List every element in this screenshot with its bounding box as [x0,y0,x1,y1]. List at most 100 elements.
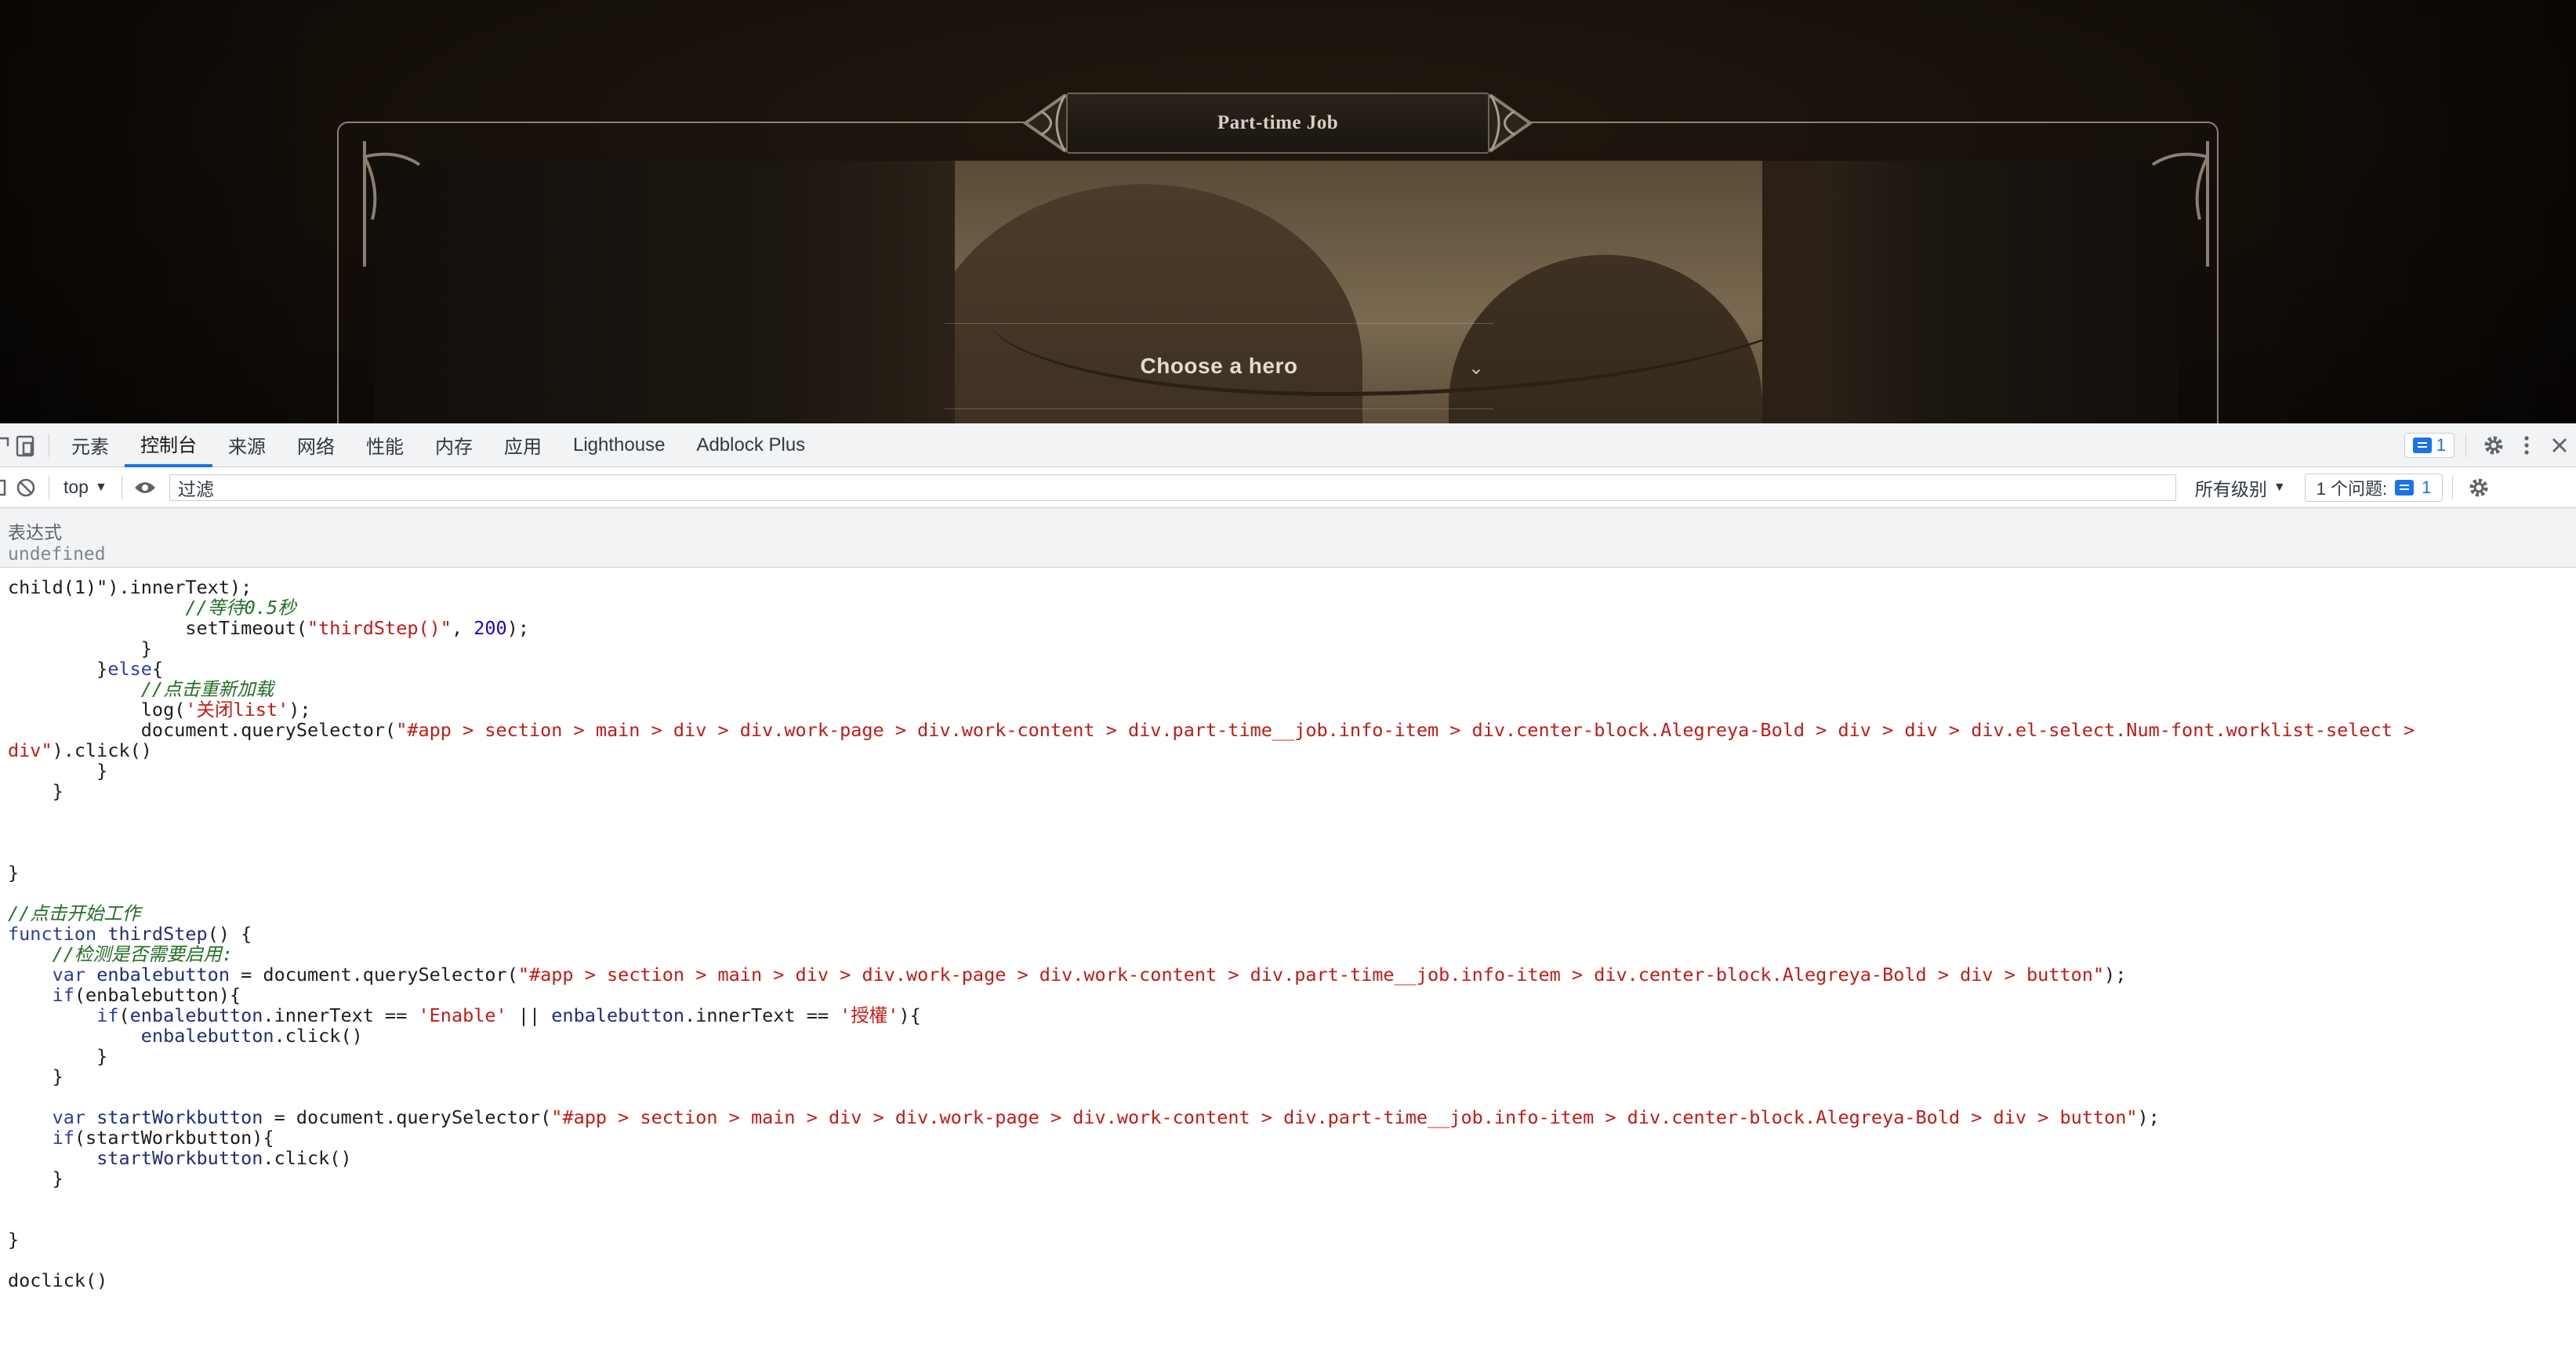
code-token: } [8,760,108,782]
gear-icon[interactable] [2477,423,2510,467]
code-token: } [8,1229,20,1251]
code-token: ).click() [52,739,152,761]
code-line: }else{ [8,659,2571,679]
code-token: } [8,862,20,884]
code-token: , [451,617,474,639]
code-token: ){ [898,1004,921,1026]
code-token: div" [8,739,53,761]
code-line: } [8,1168,2571,1189]
divider [2465,433,2466,457]
console-code-output[interactable]: child(1)").innerText); //等待0.5秒 setTimeo… [8,577,2571,1345]
tab-elements[interactable]: 元素 [56,423,125,467]
code-token: enbalebutton [96,964,230,986]
issues-badge-button[interactable]: 1 [2404,432,2454,458]
tab-memory[interactable]: 内存 [419,423,488,467]
console-settings-gear-icon[interactable] [2462,466,2495,510]
code-line: enbalebutton.click() [8,1026,2571,1046]
code-token: child(1)").innerText); [8,577,252,598]
hero-select-label: Choose a hero [1140,354,1298,378]
device-toolbar-icon[interactable] [9,423,42,467]
panel-title: Part-time Job [1217,112,1339,133]
issues-counter-button[interactable]: 1 个问题: 1 [2304,473,2444,502]
code-line: //检测是否需要启用: [8,944,2571,964]
context-selector[interactable]: top ▼ [56,477,115,498]
code-token: "#app > section > main > div > div.work-… [517,964,2105,986]
code-token: if [52,1127,74,1149]
code-token: } [8,637,152,659]
code-token: 'Enable' [418,1004,507,1026]
code-token: ); [2104,964,2127,986]
code-token: //检测是否需要启用: [52,943,234,965]
code-token: 200 [473,617,507,639]
filter-placeholder: 过滤 [177,478,214,499]
code-line: if(enbalebutton){ [8,985,2571,1005]
code-token: function [8,923,97,945]
log-level-selector[interactable]: 所有级别 ▼ [2187,474,2294,501]
code-token: thirdStep [107,923,208,945]
code-line: var startWorkbutton = document.querySele… [8,1107,2571,1127]
code-token: || [506,1004,552,1026]
code-token: var [52,1106,86,1128]
panel-title-banner: Part-time Job [1066,93,1489,154]
corner-ornament-left [363,141,421,267]
expression-label[interactable]: 表达式 [8,517,62,544]
code-token: } [8,658,108,680]
tab-network[interactable]: 网络 [281,423,350,467]
code-token: ); [2137,1106,2160,1128]
hero-select-dropdown[interactable]: Choose a hero ⌄ [945,323,1493,409]
code-token: ); [506,617,529,639]
code-line: } [8,1229,2571,1250]
issues-badge-count: 1 [2436,434,2446,455]
code-line: doclick() [8,1270,2571,1291]
code-token: setTimeout( [8,617,308,639]
tab-adblock-plus[interactable]: Adblock Plus [680,423,821,467]
code-token: } [8,1066,63,1087]
code-token: .click() [274,1025,363,1047]
message-icon [2412,437,2432,453]
code-token: "#app > section > main > div > div.work-… [551,1106,2138,1128]
filter-input[interactable]: 过滤 [169,474,2176,501]
code-token: '授權' [840,1004,899,1026]
tab-lighthouse[interactable]: Lighthouse [557,423,680,467]
tab-sources[interactable]: 来源 [212,423,281,467]
inspect-element-icon[interactable] [0,423,9,467]
code-token: //等待0.5秒 [185,597,296,619]
code-token: //点击开始工作 [8,902,141,924]
more-options-icon[interactable] [2510,423,2543,467]
expression-value: undefined [8,544,106,565]
code-token: var [52,964,86,986]
code-token: enbalebutton [551,1004,685,1026]
divider [2452,475,2454,499]
sidebar-toggle-icon[interactable] [0,466,9,510]
issues-count: 1 [2422,477,2432,497]
tab-application[interactable]: 应用 [488,423,557,467]
close-icon[interactable] [2543,423,2576,467]
dropdown-triangle-icon: ▼ [2273,480,2286,494]
code-token: '关闭list' [185,699,289,721]
dropdown-triangle-icon: ▼ [94,480,107,494]
code-line: } [8,761,2571,781]
vignette-right [2247,0,2576,423]
clear-console-icon[interactable] [9,466,42,510]
code-token: if [52,984,74,1006]
code-token: } [8,1045,108,1067]
tab-console[interactable]: 控制台 [125,423,212,467]
issues-label: 1 个问题: [2316,478,2388,499]
code-line: startWorkbutton.click() [8,1148,2571,1168]
code-token: startWorkbutton [96,1147,263,1169]
code-token: { [151,658,164,680]
tab-performance[interactable]: 性能 [350,423,419,467]
code-line: } [8,1066,2571,1087]
code-token: (startWorkbutton){ [74,1127,274,1149]
code-token: (enbalebutton){ [74,984,241,1006]
game-page: Part-time Job Choose a hero ⌄ [0,0,2576,423]
eye-icon[interactable] [129,466,161,510]
